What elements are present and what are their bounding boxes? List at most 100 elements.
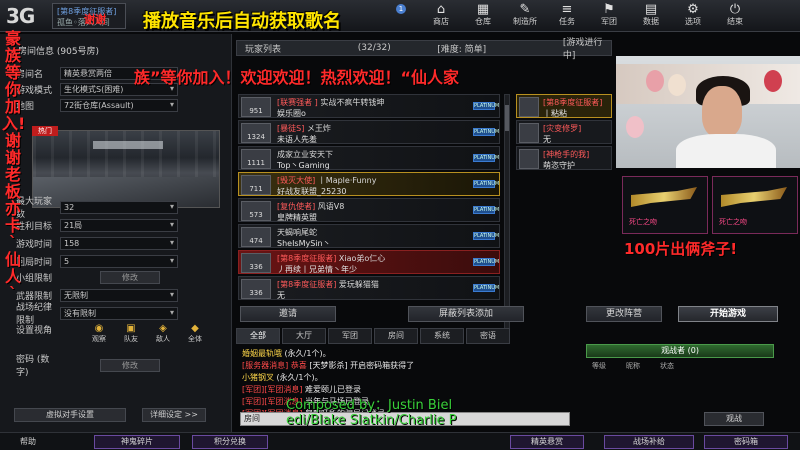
nav-exit[interactable]: ⏻ 结束 [714,2,756,30]
player-count: (32/32) [357,43,391,53]
player-row[interactable]: 711 [毁灭大使] 丨Maple·Funny 好战友联盟_25230 PLATINU… [238,172,500,196]
password-row: 密码 (数字) 修改 [4,355,160,378]
difficulty-label: [难度: 简单] [437,44,487,55]
view-team[interactable]: ▣ 队友 [118,323,144,345]
notification-bell-icon[interactable]: 1 [396,4,406,14]
view-options: ◉ 观察 ▣ 队友 ◈ 敌人 ◆ 全体 [86,323,208,345]
bottom-ghost-shards[interactable]: 神鬼碎片 [94,435,180,449]
player-title: メ王炸 [306,124,331,133]
power-icon: ⏻ [729,2,741,17]
map-preview-image [32,130,220,208]
player-name: 丨粘粘 [543,109,567,118]
map-select[interactable]: 72街仓库(Assault) [60,98,178,112]
song-title-overlay: 播放音乐后自动获取歌名 [143,11,341,32]
invite-button[interactable]: 邀请 [240,306,336,322]
player-clan: [灾变修罗] [543,124,582,133]
bottom-bar: 帮助 神鬼碎片 积分兑换 精英悬赏 战场补给 密码箱 [0,432,800,450]
chat-tab-clan[interactable]: 军团 [328,328,372,344]
storage-icon: ▦ [476,2,490,17]
bottom-points-exchange[interactable]: 积分兑换 [192,435,268,449]
player-clan: [第8季度征服者] [543,98,603,107]
chat-tab-system[interactable]: 系统 [420,328,464,344]
player-clan: [暴徒S] [277,124,305,133]
chat-tab-whisper[interactable]: 密语 [466,328,510,344]
view-observe[interactable]: ◉ 观察 [86,323,112,345]
player-row[interactable]: 573 [复仇使者] 风语V8 皇牌精英盟 PLATINUM [238,198,500,222]
player-clan: [毁灭大使] [277,176,316,185]
clan-flag-icon: ⚑ [603,2,615,17]
weapon-card-2: 死亡之吻 [712,176,798,234]
player-name: 丿再续丨兄弟情丶年少 [277,265,357,274]
nav-clan[interactable]: ⚑ 军团 [588,2,630,30]
nav-workshop[interactable]: ✎ 制造所 [504,2,546,30]
player-row[interactable]: [第8季度征服者] 丨粘粘 [516,94,612,118]
player-row[interactable]: 1324 [暴徒S] メ王炸 未语人先羞 PLATINUM [238,120,500,144]
detail-settings-button[interactable]: 详细设定 >> [142,408,206,422]
chat-message: [军团][军团消息] 难爱颐儿已登录 [242,385,362,394]
observe-icon: ◉ [94,323,104,334]
nav-options[interactable]: ⚙ 选项 [672,2,714,30]
view-enemy[interactable]: ◈ 敌人 [150,323,176,345]
spectate-button[interactable]: 观战 [704,412,764,426]
player-name: 好战友联盟_25230 [277,187,347,196]
chat-message: [服务器消息] 恭喜 [天梦影杀] 开启密码箱获得了 [242,361,415,370]
password-modify-button[interactable]: 修改 [100,358,160,372]
change-team-button[interactable]: 更改阵营 [586,306,662,322]
game-status: [游戏进行中] [562,38,603,61]
player-title: 成家立业安天下 [277,150,333,159]
bottom-supply[interactable]: 战场补给 [604,435,694,449]
player-list-scrollbar[interactable] [504,94,510,336]
chat-tab-room[interactable]: 房间 [374,328,418,344]
shop-icon: ⌂ [436,2,446,17]
player-row[interactable]: 951 [联赛强者 ] 实战不疯牛转钱坤 娱乐圈o PLATINUM [238,94,500,118]
player-row[interactable]: 336 [第8季度征服者] Xiao弟o仁心 丿再续丨兄弟情丶年少 PLATINUM [238,250,500,274]
group-limit-modify-button[interactable]: 修改 [100,270,160,284]
player-row[interactable]: [灾变修罗] 无 [516,120,612,144]
start-game-button[interactable]: 开始游戏 [678,306,778,322]
player-clan: [第8季度征服者] [277,280,337,289]
chat-message: 婚姻最轨哦 (永久/1个)。 [242,349,331,358]
axe-weapon-icon [721,187,787,207]
view-all[interactable]: ◆ 全体 [182,323,208,345]
virtual-opponent-button[interactable]: 虚拟对手设置 [14,408,126,422]
rank-badge: PLATINUM [473,258,500,266]
nav-shop[interactable]: ⌂ 商店 [420,2,462,30]
win-target-select[interactable]: 21局 [60,218,178,232]
max-players-row: 最大玩家数 32 [4,197,178,220]
player-level-badge: 1111 [241,149,271,169]
round-time-select[interactable]: 5 [60,254,178,268]
bottom-elite-bounty[interactable]: 精英悬赏 [510,435,584,449]
player-name: Top丶Gaming [277,161,330,170]
chat-tab-all[interactable]: 全部 [236,328,280,344]
rank-badge: PLATINUM [473,154,500,162]
player-row[interactable]: 336 [第8季度征服者] 爱玩躲猫猫无 PLATINUM [238,276,500,300]
player-name: 未语人先羞 [277,135,317,144]
stream-thanks-overlay: 谢谢 [84,13,106,26]
room-info-header: 房间信息 (905号房) [18,47,100,57]
nav-stats[interactable]: ▤ 数据 [630,2,672,30]
player-level-badge: 951 [241,97,271,117]
nav-missions[interactable]: ≡ 任务 [546,2,588,30]
bottom-code-box[interactable]: 密码箱 [704,435,788,449]
player-clan: [第8季度征服者] [277,254,337,263]
all-icon: ◆ [191,323,199,334]
round-time-row: 回局时间 5 [4,254,178,268]
weapon-limit-select[interactable]: 无限制 [60,288,178,302]
player-row[interactable]: 474 天蝎响尾蛇 SheIsMySin丶 PLATINUM [238,224,500,248]
rank-badge: PLATINUM [473,180,500,188]
chat-message: 小猪钢叉 (永久/1个)。 [242,373,323,382]
game-time-select[interactable]: 158 [60,236,178,250]
player-list-title: 玩家列表 [245,44,282,55]
chat-tab-lobby[interactable]: 大厅 [282,328,326,344]
nav-storage[interactable]: ▦ 仓库 [462,2,504,30]
discipline-row: 战场纪律限制 没有限制 [4,303,178,326]
player-row[interactable]: 1111 成家立业安天下 Top丶Gaming PLATINUM [238,146,500,170]
help-button[interactable]: 帮助 [20,436,36,447]
max-players-select[interactable]: 32 [60,200,178,214]
stats-icon: ▤ [644,2,658,17]
discipline-select[interactable]: 没有限制 [60,306,178,320]
block-list-button[interactable]: 屏蔽列表添加 [408,306,524,322]
player-clan: [联赛强者 ] [277,98,318,107]
player-row[interactable]: [神枪手的我] 萌恣守护 [516,146,612,170]
streamer-webcam [616,56,800,168]
